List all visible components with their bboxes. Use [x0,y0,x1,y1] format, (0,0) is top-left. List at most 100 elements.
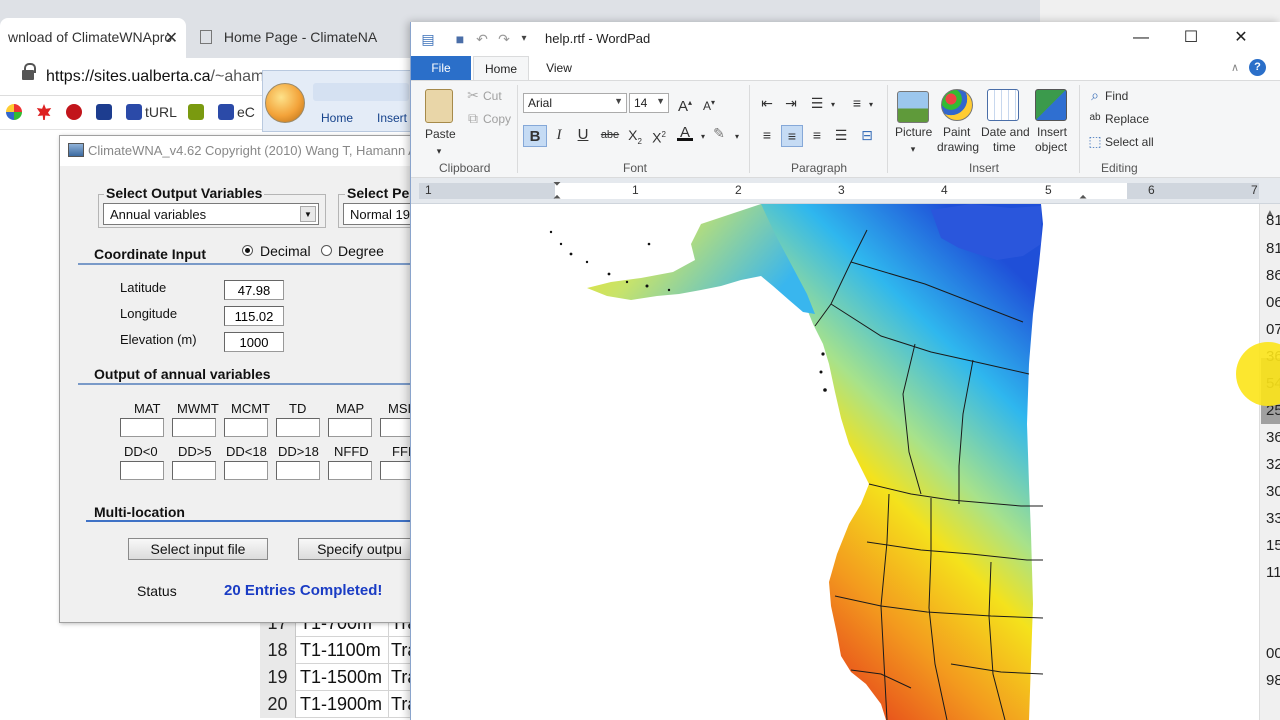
paint-drawing-label[interactable]: Paint [943,125,970,139]
date-time-label-2[interactable]: time [993,140,1016,154]
row-number[interactable]: 19 [260,664,296,691]
copy-icon[interactable]: ⧉ [465,110,481,126]
picture-button[interactable]: Picture [895,125,932,139]
cut-button[interactable]: Cut [483,89,502,103]
minimize-button[interactable]: — [1116,22,1166,54]
strikethrough-icon[interactable]: abe [599,127,621,143]
radio-decimal-label[interactable]: Decimal [260,243,311,259]
copy-button[interactable]: Copy [483,112,511,126]
align-center-icon[interactable]: ≡ [781,125,803,147]
paste-button[interactable]: Paste [425,127,456,141]
wordpad-app-icon[interactable]: ▤ [419,30,437,48]
var-output-map[interactable] [328,418,372,437]
radio-decimal[interactable] [242,245,253,256]
var-output-dd5[interactable] [172,461,216,480]
wordpad-titlebar[interactable]: ▤ ■ ↶ ↷ ▾ help.rtf - WordPad — ☐ ✕ [411,22,1280,56]
radio-degree-label[interactable]: Degree [338,243,384,259]
radio-degree[interactable] [321,245,332,256]
var-output-td[interactable] [276,418,320,437]
period-select[interactable]: Normal 19 [343,203,420,225]
highlight-dropdown-icon[interactable]: ▾ [729,129,745,145]
var-output-mat[interactable] [120,418,164,437]
close-icon[interactable]: ✕ [165,28,178,48]
maximize-button[interactable]: ☐ [1166,22,1216,54]
row-number[interactable]: 18 [260,637,296,664]
replace-button[interactable]: Replace [1105,112,1149,126]
quick-access-toolbar[interactable] [313,83,409,101]
line-spacing-dropdown-icon[interactable]: ▾ [863,97,879,113]
cell-name[interactable]: T1-1500m [300,667,382,688]
help-icon[interactable]: ? [1249,59,1266,76]
browser-tab-climatena[interactable]: Home Page - ClimateNA [192,18,408,58]
date-time-label[interactable]: Date and [981,125,1030,139]
bookmark-badge[interactable] [96,104,115,122]
latitude-field[interactable]: 47.98 [224,280,284,300]
font-color-icon[interactable]: A [677,125,693,141]
cell-name[interactable]: T1-1900m [300,694,382,715]
select-all-icon[interactable]: ⬚ [1087,133,1103,149]
shrink-font-icon[interactable]: A▾ [701,95,717,113]
lock-icon[interactable] [22,63,36,81]
var-output-dd18-gt[interactable] [276,461,320,480]
table-row[interactable]: 20 T1-1900m Tra [260,691,420,718]
var-output-nffd[interactable] [328,461,372,480]
font-family-select[interactable]: Arial ▼ [523,93,627,113]
close-button[interactable]: ✕ [1216,22,1266,54]
subscript-icon[interactable]: X2 [627,127,643,146]
table-row[interactable]: 19 T1-1500m Tra [260,664,420,691]
paste-dropdown-icon[interactable]: ▾ [431,143,447,159]
select-input-file-button[interactable]: Select input file [128,538,268,560]
insert-object-label-2[interactable]: object [1035,140,1067,154]
specify-output-button[interactable]: Specify outpu [298,538,420,560]
longitude-field[interactable]: 115.02 [224,306,284,326]
decrease-indent-icon[interactable]: ⇤ [759,95,775,111]
chevron-down-icon[interactable]: ▼ [300,206,316,222]
var-output-mcmt[interactable] [224,418,268,437]
align-left-icon[interactable]: ≡ [759,127,775,143]
row-number[interactable]: 20 [260,691,296,718]
var-output-dd18-lt[interactable] [224,461,268,480]
bookmark-tinyurl-2[interactable]: eC [218,104,255,122]
tab-file[interactable]: File [411,56,471,80]
find-icon[interactable]: ⌕ [1087,87,1103,103]
picture-icon[interactable] [897,91,929,123]
bookmark-pinwheel[interactable] [6,104,25,122]
undo-icon[interactable]: ↶ [473,30,491,48]
cell-name[interactable]: T1-1100m [300,640,381,661]
output-variables-select[interactable]: Annual variables ▼ [103,203,319,225]
font-color-dropdown-icon[interactable]: ▾ [695,129,711,145]
replace-icon[interactable]: ab [1087,110,1103,126]
select-all-button[interactable]: Select all [1105,135,1154,149]
ruler[interactable]: 1 1 2 3 4 5 6 7 ⏷ ⏶ ⏶ [411,178,1280,204]
highlight-icon[interactable]: ✎ [711,125,727,141]
var-output-mwmt[interactable] [172,418,216,437]
paint-drawing-label-2[interactable]: drawing [937,140,979,154]
bookmark-green[interactable] [188,104,207,122]
bold-icon[interactable]: B [523,125,547,147]
bullets-icon[interactable]: ☰ [809,95,825,111]
paragraph-icon[interactable]: ⊟ [859,127,875,143]
office-tab-insert[interactable]: Insert [377,111,407,125]
customize-qat-icon[interactable]: ▾ [515,30,533,48]
justify-icon[interactable]: ☰ [833,127,849,143]
grow-font-icon[interactable]: A▴ [677,95,693,115]
underline-icon[interactable]: U [575,127,591,143]
cut-icon[interactable]: ✂ [465,87,481,103]
table-row[interactable]: 18 T1-1100m Tra [260,637,420,664]
date-time-icon[interactable] [987,89,1019,121]
elevation-field[interactable]: 1000 [224,332,284,352]
bullets-dropdown-icon[interactable]: ▾ [825,97,841,113]
insert-object-label[interactable]: Insert [1037,125,1067,139]
align-right-icon[interactable]: ≡ [809,127,825,143]
superscript-icon[interactable]: X2 [651,127,667,146]
browser-tab-climatewna[interactable]: wnload of ClimateWNApro ✕ [0,18,186,58]
climatewna-titlebar[interactable]: ClimateWNA_v4.62 Copyright (2010) Wang T… [60,136,420,166]
paint-drawing-icon[interactable] [941,89,973,121]
tab-home[interactable]: Home [473,56,529,80]
redo-icon[interactable]: ↷ [495,30,513,48]
save-icon[interactable]: ■ [451,30,469,48]
office-orb-icon[interactable] [265,83,305,123]
bookmark-maple[interactable] [36,104,55,122]
office-tab-home[interactable]: Home [321,111,353,125]
document-area[interactable] [411,204,1259,720]
